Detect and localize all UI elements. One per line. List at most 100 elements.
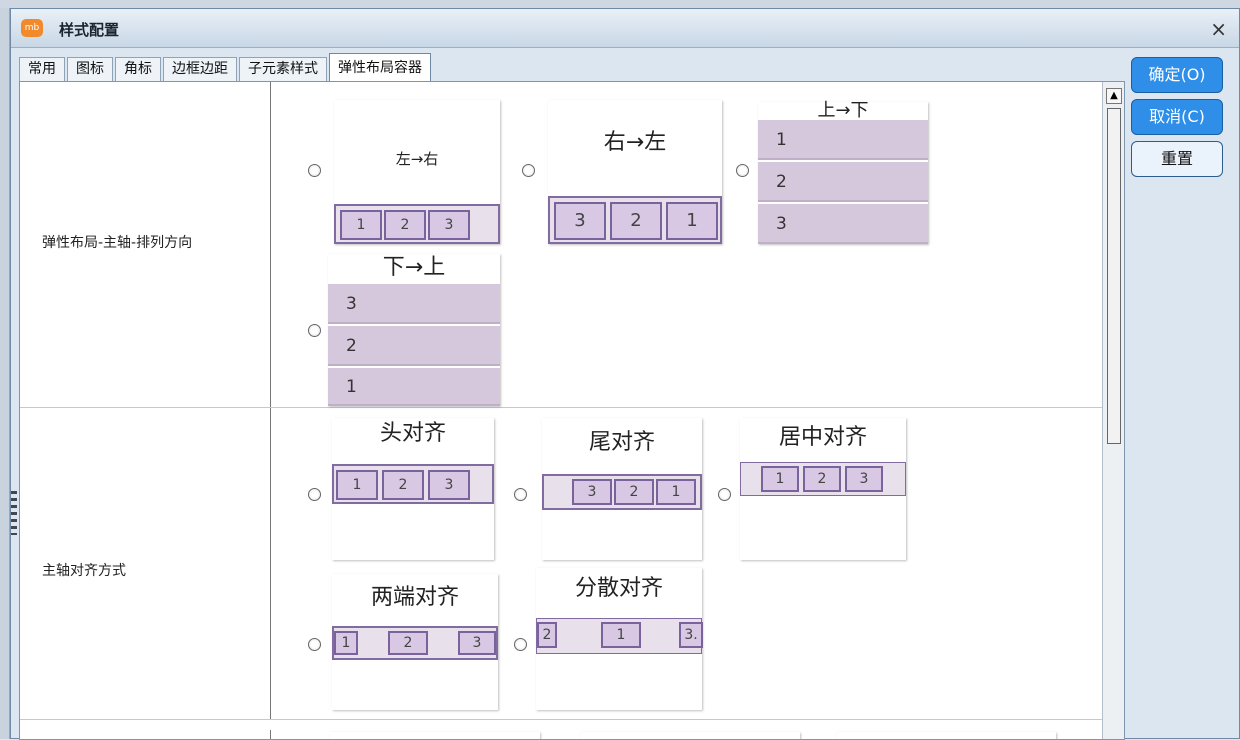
tab-bar: 常用 图标 角标 边框边距 子元素样式 弹性布局容器 xyxy=(19,53,433,81)
tab-border-padding[interactable]: 边框边距 xyxy=(163,57,237,81)
drag-handle[interactable] xyxy=(11,491,17,535)
preview-strip: 1 2 3 xyxy=(334,204,500,244)
preview-card-rtl: 右→左 3 2 1 xyxy=(548,100,722,244)
app-logo-icon: mb xyxy=(21,19,43,37)
preview-card-start: 头对齐 1 2 3 xyxy=(332,418,494,560)
radio-space-around[interactable] xyxy=(514,638,527,651)
preview-item: 3. xyxy=(679,622,703,648)
row-divider xyxy=(270,408,271,719)
preview-item: 3 xyxy=(554,202,606,240)
direction-label: 弹性布局-主轴-排列方向 xyxy=(42,235,193,251)
preview-item: 2 xyxy=(758,162,928,202)
tab-flex-container[interactable]: 弹性布局容器 xyxy=(329,53,431,81)
dialog-titlebar: mb 样式配置 × xyxy=(11,9,1239,48)
preview-strip: 2 1 3. xyxy=(536,618,703,654)
preview-item: 1 xyxy=(336,470,378,500)
preview-strip: 1 2 3 xyxy=(332,626,498,660)
tab-content-panel: 弹性布局-主轴-排列方向 左→右 1 2 3 右→左 3 2 1 上→下 1 2… xyxy=(19,81,1125,740)
option-title: 下→上 xyxy=(382,255,446,280)
justify-label: 主轴对齐方式 xyxy=(42,563,126,579)
radio-btt[interactable] xyxy=(308,324,321,337)
radio-center[interactable] xyxy=(718,488,731,501)
option-title: 两端对齐 xyxy=(370,585,459,610)
tab-icon[interactable]: 图标 xyxy=(67,57,113,81)
option-title: 分散对齐 xyxy=(574,576,663,601)
preview-item: 1 xyxy=(666,202,718,240)
preview-card-end: 尾对齐 3 2 1 xyxy=(542,418,702,560)
direction-option-rtl[interactable]: 右→左 3 2 1 xyxy=(514,100,724,244)
radio-ltr[interactable] xyxy=(308,164,321,177)
option-title: 头对齐 xyxy=(379,421,446,446)
direction-row: 弹性布局-主轴-排列方向 左→右 1 2 3 右→左 3 2 1 上→下 1 2… xyxy=(20,82,1104,408)
radio-start[interactable] xyxy=(308,488,321,501)
preview-card-space-between: 两端对齐 1 2 3 xyxy=(332,574,498,710)
preview-strip: 3 2 1 xyxy=(548,196,722,244)
scroll-thumb[interactable] xyxy=(1107,108,1121,444)
option-title: 尾对齐 xyxy=(588,430,655,455)
style-config-dialog: mb 样式配置 × 常用 图标 角标 边框边距 子元素样式 弹性布局容器 弹性布… xyxy=(10,8,1240,740)
direction-option-ltr[interactable]: 左→右 1 2 3 xyxy=(300,100,500,244)
tab-child-style[interactable]: 子元素样式 xyxy=(239,57,327,81)
justify-option-end[interactable]: 尾对齐 3 2 1 xyxy=(514,418,704,560)
option-title: 居中对齐 xyxy=(778,425,867,450)
preview-item: 3 xyxy=(428,210,470,240)
background-left-panel xyxy=(0,8,10,739)
vertical-scrollbar[interactable]: ▲ xyxy=(1102,82,1124,739)
scroll-up-icon[interactable]: ▲ xyxy=(1106,88,1122,104)
tab-badge[interactable]: 角标 xyxy=(115,57,161,81)
preview-item: 2 xyxy=(537,622,557,648)
radio-ttb[interactable] xyxy=(736,164,749,177)
dialog-actions: 确定(O) 取消(C) 重置 xyxy=(1131,57,1227,183)
radio-space-between[interactable] xyxy=(308,638,321,651)
row-divider xyxy=(270,82,271,407)
preview-item: 1 xyxy=(334,631,358,655)
tab-general[interactable]: 常用 xyxy=(19,57,65,81)
preview-item: 1 xyxy=(340,210,382,240)
preview-strip: 1 2 3 xyxy=(332,464,494,504)
preview-item: 2 xyxy=(328,326,500,366)
preview-item: 2 xyxy=(614,479,654,505)
preview-card-btt: 下→上 3 2 1 xyxy=(328,254,500,406)
preview-vstack: 1 2 3 xyxy=(758,120,928,244)
ok-button[interactable]: 确定(O) xyxy=(1131,57,1223,93)
preview-item: 3 xyxy=(572,479,612,505)
preview-item: 3 xyxy=(458,631,496,655)
preview-item: 3 xyxy=(428,470,470,500)
preview-card-ltr: 左→右 1 2 3 xyxy=(334,100,500,244)
justify-option-center[interactable]: 居中对齐 1 2 3 xyxy=(718,418,908,560)
preview-item: 1 xyxy=(601,622,641,648)
preview-item: 1 xyxy=(328,368,500,406)
preview-item: 1 xyxy=(656,479,696,505)
preview-item: 3 xyxy=(758,204,928,244)
background-strip xyxy=(0,0,1240,8)
preview-item: 3 xyxy=(328,284,500,324)
direction-option-ttb[interactable]: 上→下 1 2 3 xyxy=(728,102,928,244)
preview-item: 1 xyxy=(761,466,799,492)
direction-option-btt[interactable]: 下→上 3 2 1 xyxy=(300,254,500,406)
close-icon[interactable]: × xyxy=(1210,17,1227,41)
preview-item: 2 xyxy=(610,202,662,240)
justify-option-start[interactable]: 头对齐 1 2 3 xyxy=(308,418,498,560)
preview-strip: 1 2 3 xyxy=(740,462,906,496)
radio-rtl[interactable] xyxy=(522,164,535,177)
preview-item: 2 xyxy=(803,466,841,492)
radio-end[interactable] xyxy=(514,488,527,501)
preview-item: 2 xyxy=(388,631,428,655)
preview-vstack: 3 2 1 xyxy=(328,284,500,406)
justify-option-space-between[interactable]: 两端对齐 1 2 3 xyxy=(308,574,508,710)
option-title: 右→左 xyxy=(603,130,667,155)
preview-item: 3 xyxy=(845,466,883,492)
justify-option-space-around[interactable]: 分散对齐 2 1 3. xyxy=(514,568,704,710)
preview-item: 2 xyxy=(384,210,426,240)
preview-item: 1 xyxy=(758,120,928,160)
preview-card-space-around: 分散对齐 2 1 3. xyxy=(536,568,703,710)
reset-button[interactable]: 重置 xyxy=(1131,141,1223,177)
cancel-button[interactable]: 取消(C) xyxy=(1131,99,1223,135)
dialog-title: 样式配置 xyxy=(59,21,120,39)
justify-row: 主轴对齐方式 头对齐 1 2 3 尾对齐 3 2 1 居中对齐 1 2 3 两端… xyxy=(20,408,1104,720)
option-title: 左→右 xyxy=(395,150,439,168)
option-title: 上→下 xyxy=(817,100,869,121)
preview-card-center: 居中对齐 1 2 3 xyxy=(740,418,906,560)
preview-item: 2 xyxy=(382,470,424,500)
preview-strip: 3 2 1 xyxy=(542,474,702,510)
